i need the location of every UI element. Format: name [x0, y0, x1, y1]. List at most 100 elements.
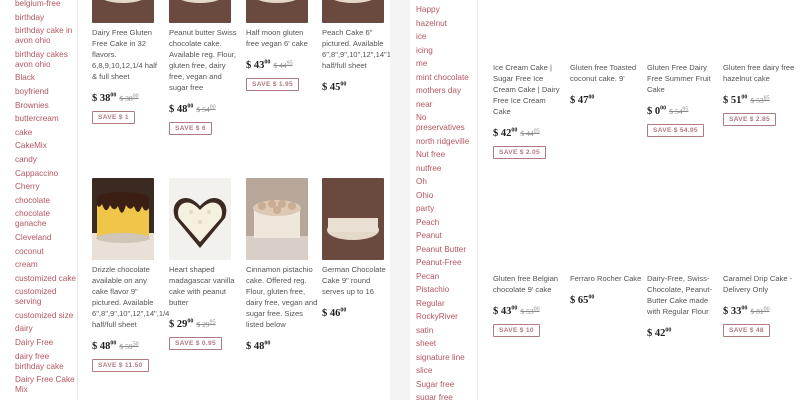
product-card[interactable]: Dairy Free Gluten Free Cake in 32 flavor… — [92, 0, 164, 124]
tag-link[interactable]: belgium-free — [10, 0, 77, 9]
product-image[interactable] — [322, 0, 384, 23]
tag-link[interactable]: birthday — [10, 13, 77, 23]
product-title[interactable]: Dairy-Free, Swiss-Chocolate, Peanut-Butt… — [647, 273, 719, 317]
tag-link[interactable]: dairy free birthday cake — [10, 352, 77, 372]
product-image[interactable] — [169, 178, 231, 260]
tag-link[interactable]: Dairy Free — [10, 338, 77, 348]
tag-link[interactable]: Dairy Free Cake Mix — [10, 375, 77, 395]
tag-link[interactable]: Nut free — [411, 150, 477, 160]
tag-link[interactable]: sugar free birthday cake — [411, 393, 477, 400]
product-card[interactable]: Caramel Drip Cake - Delivery Only $ 3300 $… — [723, 187, 795, 337]
tag-link[interactable]: birthday cakes avon ohio — [10, 50, 77, 70]
product-title[interactable]: Drizzle chocolate available on any cake … — [92, 264, 169, 330]
tag-link[interactable]: Regular — [411, 299, 477, 309]
tag-link[interactable]: party — [411, 204, 477, 214]
product-image[interactable] — [246, 0, 308, 23]
tag-link[interactable]: near — [411, 100, 477, 110]
tag-link[interactable]: slice — [411, 366, 477, 376]
tag-link[interactable]: Cherry — [10, 182, 77, 192]
product-title[interactable]: Gluten free dairy free hazelnut cake — [723, 62, 795, 84]
tag-link[interactable]: customized size — [10, 311, 77, 321]
product-title[interactable]: Peach Cake 6" pictured. Available 6",8",… — [322, 27, 390, 71]
product-image[interactable] — [92, 0, 154, 23]
tag-link[interactable]: Peach — [411, 218, 477, 228]
tag-link[interactable]: signature line — [411, 353, 477, 363]
product-title[interactable]: Heart shaped madagascar vanilla cake wit… — [169, 264, 241, 308]
tag-link[interactable]: north ridgeville — [411, 137, 477, 147]
product-image[interactable] — [493, 0, 555, 58]
tag-link[interactable]: candy — [10, 155, 77, 165]
tag-link[interactable]: coconut — [10, 247, 77, 257]
product-title[interactable]: Peanut butter Swiss chocolate cake. Avai… — [169, 27, 241, 93]
product-card[interactable]: Gluten free dairy free hazelnut cake $ 51… — [723, 0, 795, 126]
product-image[interactable] — [92, 178, 154, 260]
tag-link[interactable]: Ohio — [411, 191, 477, 201]
tag-link[interactable]: sheet — [411, 339, 477, 349]
product-card[interactable]: Gluten free Belgian chocolate 9' cake $ 4… — [493, 187, 565, 337]
tag-link[interactable]: Pistachio — [411, 285, 477, 295]
tag-link[interactable]: boyfriend — [10, 87, 77, 97]
tag-link[interactable]: RockyRiver — [411, 312, 477, 322]
product-image[interactable] — [647, 0, 709, 58]
product-card[interactable]: Gluten Free Dairy Free Summer Fruit Cake… — [647, 0, 719, 137]
tag-link[interactable]: buttercream — [10, 114, 77, 124]
tag-link[interactable]: Peanut-Free — [411, 258, 477, 268]
tag-link[interactable]: Pecan — [411, 272, 477, 282]
tag-link[interactable]: cream — [10, 260, 77, 270]
tag-link[interactable]: customized serving — [10, 287, 77, 307]
tag-link[interactable]: ice — [411, 32, 477, 42]
product-card[interactable]: Heart shaped madagascar vanilla cake wit… — [169, 178, 241, 350]
product-card[interactable]: German Chocolate Cake 9" round serves up… — [322, 178, 390, 321]
product-image[interactable] — [493, 187, 555, 269]
product-title[interactable]: Cinnamon pistachio cake. Offered reg. Fl… — [246, 264, 318, 330]
product-title[interactable]: Dairy Free Gluten Free Cake in 32 flavor… — [92, 27, 164, 82]
tag-link[interactable]: nutfree — [411, 164, 477, 174]
product-image[interactable] — [246, 178, 308, 260]
product-image[interactable] — [169, 0, 231, 23]
tag-link[interactable]: me — [411, 59, 477, 69]
tag-link[interactable]: satin — [411, 326, 477, 336]
product-title[interactable]: Ferraro Rocher Cake — [570, 273, 642, 284]
product-image[interactable] — [723, 0, 785, 58]
tag-link[interactable]: Sugar free — [411, 380, 477, 390]
product-card[interactable]: Dairy-Free, Swiss-Chocolate, Peanut-Butt… — [647, 187, 719, 341]
product-image[interactable] — [322, 178, 384, 260]
tag-link[interactable]: cake — [10, 128, 77, 138]
tag-link[interactable]: chocolate ganache — [10, 209, 77, 229]
tag-link[interactable]: dairy — [10, 324, 77, 334]
product-image[interactable] — [723, 187, 785, 269]
product-image[interactable] — [570, 0, 632, 58]
product-card[interactable]: Ferraro Rocher Cake $ 6500 — [570, 187, 642, 308]
product-title[interactable]: Ice Cream Cake | Sugar Free Ice Cream Ca… — [493, 62, 565, 117]
tag-link[interactable]: hazelnut — [411, 19, 477, 29]
tag-link[interactable]: Cappaccino — [10, 169, 77, 179]
product-card[interactable]: Gluten free Toasted coconut cake. 9' $ 47… — [570, 0, 642, 108]
product-card[interactable]: Peach Cake 6" pictured. Available 6",8",… — [322, 0, 390, 95]
tag-link[interactable]: Brownies — [10, 101, 77, 111]
product-title[interactable]: Gluten Free Dairy Free Summer Fruit Cake — [647, 62, 719, 95]
tag-link[interactable]: Oh — [411, 177, 477, 187]
tag-link[interactable]: icing — [411, 46, 477, 56]
tag-link[interactable]: Cleveland — [10, 233, 77, 243]
product-title[interactable]: German Chocolate Cake 9" round serves up… — [322, 264, 390, 297]
product-image[interactable] — [570, 187, 632, 269]
product-image[interactable] — [647, 187, 709, 269]
tag-link[interactable]: No preservatives — [411, 113, 477, 133]
product-card[interactable]: Half moon gluten free vegan 6' cake $ 430… — [246, 0, 318, 91]
product-title[interactable]: Half moon gluten free vegan 6' cake — [246, 27, 318, 49]
tag-link[interactable]: chocolate — [10, 196, 77, 206]
tag-link[interactable]: CakeMix — [10, 141, 77, 151]
tag-link[interactable]: Happy — [411, 5, 477, 15]
product-card[interactable]: Peanut butter Swiss chocolate cake. Avai… — [169, 0, 241, 135]
product-title[interactable]: Caramel Drip Cake - Delivery Only — [723, 273, 795, 295]
product-title[interactable]: Gluten free Belgian chocolate 9' cake — [493, 273, 565, 295]
product-card[interactable]: Cinnamon pistachio cake. Offered reg. Fl… — [246, 178, 318, 354]
tag-link[interactable]: Black — [10, 73, 77, 83]
product-title[interactable]: Gluten free Toasted coconut cake. 9' — [570, 62, 642, 84]
product-card[interactable]: Drizzle chocolate available on any cake … — [92, 178, 169, 372]
tag-link[interactable]: mothers day — [411, 86, 477, 96]
tag-link[interactable]: mint chocolate — [411, 73, 477, 83]
tag-link[interactable]: customized cake — [10, 274, 77, 284]
tag-link[interactable]: Peanut Butter — [411, 245, 477, 255]
tag-link[interactable]: birthday cake in avon ohio — [10, 26, 77, 46]
